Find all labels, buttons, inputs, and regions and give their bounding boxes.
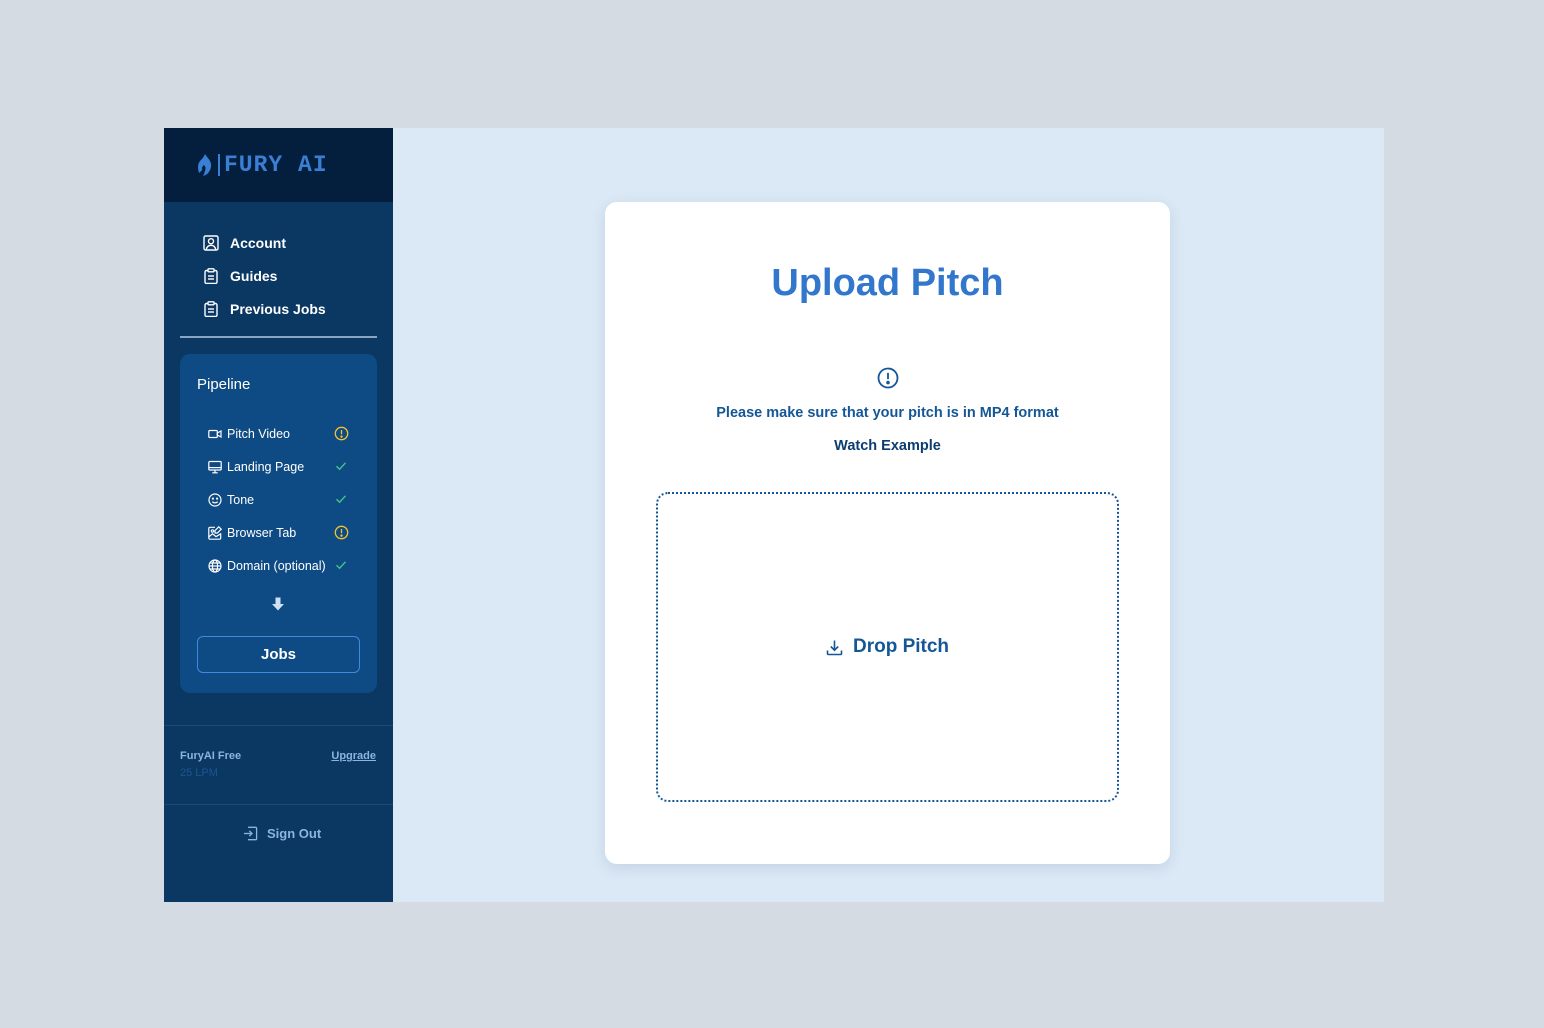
sidebar-divider [180,336,377,338]
format-notice: Please make sure that your pitch is in M… [716,405,1059,421]
sidebar: FURY AI Account Guides Previous Jobs Pip… [164,128,393,902]
upload-card: Upload Pitch Please make sure that your … [605,202,1170,864]
pipeline-item-tone[interactable]: Tone [207,483,357,516]
sign-out-icon [244,826,258,841]
pipeline-item-browser-tab[interactable]: Browser Tab [207,516,357,549]
plan-name: FuryAI Free [180,750,242,762]
pipeline-item-label: Domain (optional) [227,558,326,573]
clipboard-icon [202,300,220,318]
smile-icon [207,492,222,507]
pipeline-item-label: Landing Page [227,459,305,474]
drop-zone[interactable]: Drop Pitch [656,492,1119,802]
video-icon [207,426,222,441]
app-window: FURY AI Account Guides Previous Jobs Pip… [164,128,1384,902]
clipboard-icon [202,267,220,285]
warning-icon [333,524,349,540]
monitor-icon [207,459,222,474]
pipeline-item-label: Browser Tab [227,525,297,540]
sidebar-divider [164,804,393,805]
globe-icon [207,558,222,573]
jobs-button[interactable]: Jobs [197,636,360,673]
pipeline-item-label: Pitch Video [227,426,291,441]
nav-item-label: Previous Jobs [230,300,326,317]
nav-item-label: Account [230,234,286,251]
download-icon [826,640,843,655]
plan-limit: 25 LPM [180,767,218,779]
brand-header[interactable]: FURY AI [164,128,393,202]
pipeline-item-landing-page[interactable]: Landing Page [207,450,357,483]
pipeline-panel: Pipeline Pitch Video Landing Page Tone B… [180,354,377,693]
info-alert-icon [877,367,899,389]
drop-label: Drop Pitch [852,636,950,657]
user-square-icon [202,234,220,252]
brand-name: FURY AI [224,152,328,178]
image-edit-icon [207,525,222,540]
pipeline-item-label: Tone [227,492,255,507]
watch-example-link[interactable]: Watch Example [605,438,1170,454]
flame-logo-icon [198,154,212,176]
check-icon [333,491,349,507]
sign-out-button[interactable]: Sign Out [243,826,321,841]
warning-icon [333,425,349,441]
nav-item-guides[interactable]: Guides [202,259,393,292]
arrow-down-icon [272,597,284,611]
pipeline-title: Pipeline [197,376,251,393]
check-icon [333,458,349,474]
sidebar-divider [164,725,393,726]
nav-item-previous-jobs[interactable]: Previous Jobs [202,292,393,325]
pipeline-item-pitch-video[interactable]: Pitch Video [207,417,357,450]
drop-label-group: Drop Pitch [826,636,949,658]
nav-item-label: Guides [230,267,278,284]
sign-out-label: Sign Out [267,826,322,841]
page-title: Upload Pitch [771,262,1004,304]
brand-divider [218,154,220,176]
main-content: Upload Pitch Please make sure that your … [393,128,1384,902]
main-nav: Account Guides Previous Jobs [164,202,393,325]
pipeline-list: Pitch Video Landing Page Tone Browser Ta… [207,417,357,582]
pipeline-item-domain[interactable]: Domain (optional) [207,549,357,582]
check-icon [333,557,349,573]
nav-item-account[interactable]: Account [202,226,393,259]
upgrade-link[interactable]: Upgrade [331,750,376,762]
